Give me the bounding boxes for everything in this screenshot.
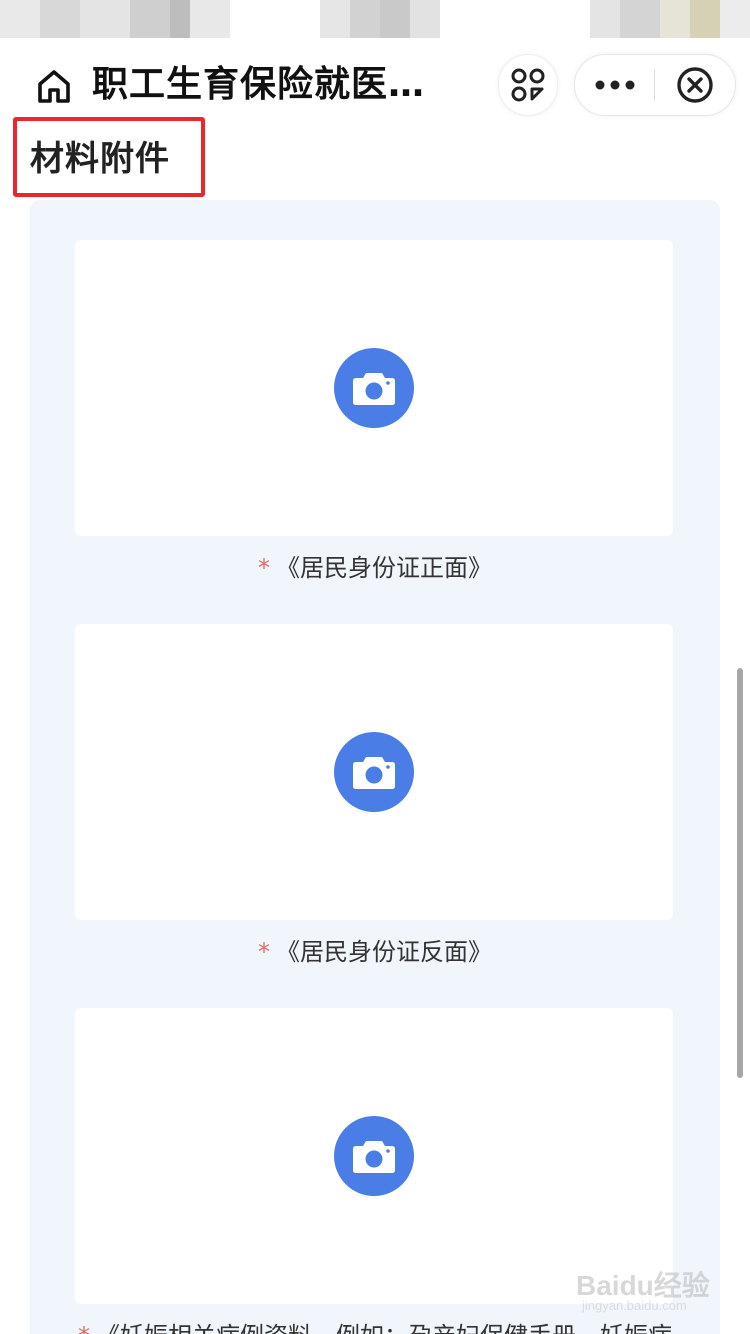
- upload-caption: * 《妊娠相关病例资料，例如：孕产妇保健手册、妊娠病: [30, 1318, 720, 1334]
- scrollbar[interactable]: [737, 668, 743, 1078]
- camera-icon: [353, 757, 395, 789]
- upload-label: 《居民身份证正面》: [276, 554, 492, 582]
- camera-button[interactable]: [334, 732, 414, 812]
- more-dots-icon: [595, 80, 635, 90]
- required-mark: *: [258, 938, 270, 966]
- camera-button[interactable]: [334, 348, 414, 428]
- required-mark: *: [258, 554, 270, 582]
- upload-caption: * 《居民身份证反面》: [30, 934, 720, 970]
- camera-icon: [353, 1141, 395, 1173]
- camera-icon: [353, 373, 395, 405]
- close-button[interactable]: [655, 55, 735, 115]
- upload-card-id-front[interactable]: [75, 240, 673, 536]
- page-title: 职工生育保险就医…: [92, 64, 426, 105]
- mini-program-capsule: [574, 54, 736, 116]
- attachments-panel: * 《居民身份证正面》 * 《居民身份证反面》: [30, 200, 720, 1334]
- upload-label: 《妊娠相关病例资料，例如：孕产妇保健手册、妊娠病: [96, 1322, 672, 1334]
- annotation-highlight-box: [13, 117, 205, 197]
- upload-label: 《居民身份证反面》: [276, 938, 492, 966]
- scan-icon: [511, 68, 545, 102]
- screen: 职工生育保险就医… 材料附件 * 《居民身份证正面》 * 《居民身份证反面》 B…: [0, 0, 750, 1334]
- upload-card-id-back[interactable]: [75, 624, 673, 920]
- more-button[interactable]: [575, 55, 655, 115]
- baidu-watermark: Baidu经验 jingyan.baidu.com: [576, 1258, 736, 1318]
- required-mark: *: [78, 1322, 90, 1334]
- close-circle-icon: [677, 67, 713, 103]
- home-icon: [38, 70, 70, 103]
- upload-caption: * 《居民身份证正面》: [30, 550, 720, 586]
- home-button[interactable]: [30, 62, 78, 110]
- status-bar: [0, 0, 750, 40]
- watermark-url: jingyan.baidu.com: [582, 1298, 687, 1313]
- camera-button[interactable]: [334, 1116, 414, 1196]
- scan-button[interactable]: [498, 54, 558, 116]
